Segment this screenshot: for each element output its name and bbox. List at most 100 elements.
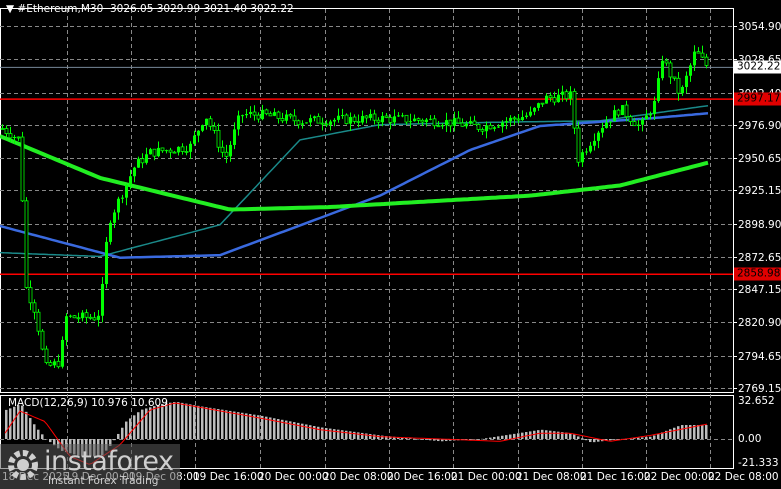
candle-body [356,121,361,123]
candle-body [121,197,124,199]
macd-histogram-bar [21,405,24,439]
candle-body [641,119,644,125]
macd-histogram-bar [497,436,500,439]
macd-label: MACD(12,26,9) 10.976 10.609 [8,397,168,409]
macd-histogram-bar [137,412,140,439]
candle-body [352,116,357,122]
price-chart[interactable] [0,0,781,489]
time-tick-label: 20 Dec 16:00 [387,471,458,483]
price-tick-label: 2794.65 [738,350,781,363]
candle-body [664,60,669,64]
candle-body [305,122,308,124]
macd-histogram-bar [225,410,228,439]
macd-histogram-bar [25,411,28,439]
candle-body [545,95,548,104]
candle-body [292,115,297,122]
candle-body [137,158,140,168]
macd-histogram-bar [673,427,676,439]
candle-body [616,109,621,116]
macd-histogram-bar [5,409,8,439]
candle-body [224,151,229,157]
candle-body [657,78,660,101]
macd-tick-label: 32.652 [738,395,775,407]
macd-histogram-bar [417,439,420,440]
candle-body [189,143,192,152]
candle-body [81,312,84,319]
candle-body [212,125,217,131]
price-tick-label: 2847.15 [738,283,781,296]
macd-histogram-bar [413,438,416,440]
candle-body [252,111,257,116]
candle-body [65,316,68,340]
macd-histogram-bar [317,426,320,439]
macd-histogram-bar [373,434,376,439]
candle-body [376,119,381,123]
macd-histogram-bar [325,428,328,439]
candle-body [32,302,37,313]
candle-body [172,151,177,154]
candle-body [20,136,25,202]
candle-body [572,91,577,129]
candle-body [564,91,569,100]
macd-histogram-bar [681,425,684,439]
candle-body [472,120,477,125]
candle-body [381,115,384,123]
macd-histogram-bar [153,406,156,439]
candle-body [349,117,352,124]
candle-body [540,102,545,105]
candle-body [672,76,677,79]
candle-body [432,118,437,127]
macd-histogram-bar [173,402,176,439]
macd-histogram-bar [189,404,192,439]
candle-body [704,56,709,66]
macd-histogram-bar [489,437,492,439]
macd-histogram-bar [49,439,52,443]
macd-histogram-bar [333,429,336,439]
macd-histogram-bar [521,432,524,439]
macd-histogram-bar [217,409,220,439]
candle-body [460,122,465,127]
candle-body [193,135,196,144]
candle-body [409,121,412,123]
candle-body [92,317,97,321]
macd-histogram-bar [141,409,144,439]
macd-histogram-bar [573,434,576,439]
candle-body [397,115,400,117]
candle-body [593,140,596,146]
macd-histogram-bar [365,433,368,439]
candle-body [337,115,340,120]
macd-histogram-bar [705,425,708,439]
macd-histogram-bar [653,435,656,439]
macd-histogram-bar [493,436,496,439]
macd-histogram-bar [645,437,648,439]
candle-body [384,115,389,118]
macd-histogram-bar [341,430,344,439]
candle-body [180,146,185,152]
macd-histogram-bar [421,439,424,440]
candle-body [44,348,49,363]
candle-body [488,124,493,130]
macd-histogram-bar [669,429,672,439]
candle-body [637,124,640,126]
macd-histogram-bar [185,403,188,439]
macd-histogram-bar [181,402,184,439]
candle-body [160,147,165,152]
candle-body [548,95,553,99]
macd-histogram-bar [585,439,588,441]
price-tick-label: 2976.90 [738,119,781,132]
macd-histogram-bar [29,418,32,439]
macd-histogram-bar [469,439,472,440]
candle-body [261,109,264,120]
macd-histogram-bar [33,424,36,439]
candle-body [53,361,56,366]
candle-body [497,126,500,128]
macd-histogram-bar [321,427,324,439]
level-price-tag: 2997.17 [734,92,781,106]
candle-body [301,123,304,125]
candle-body [453,118,456,126]
candle-body [364,115,369,119]
macd-histogram-bar [249,414,252,439]
candle-body [288,114,293,117]
candle-body [533,107,536,112]
candle-body [13,136,16,138]
